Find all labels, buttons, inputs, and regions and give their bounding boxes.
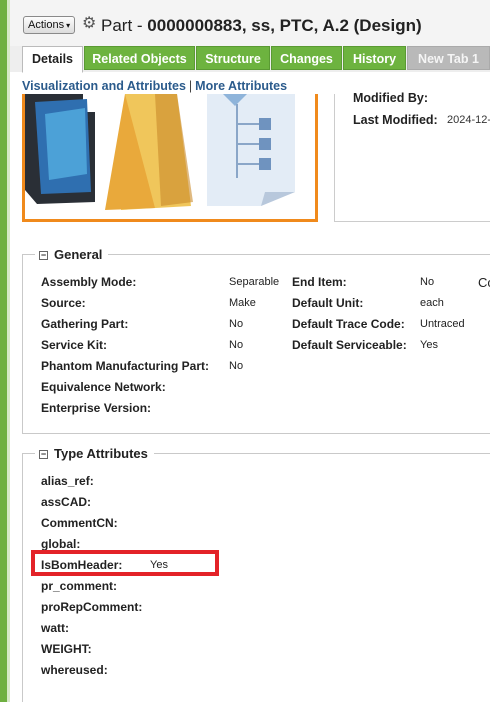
source-value: Make	[229, 297, 256, 309]
isbomheader-highlight-box	[31, 550, 219, 576]
default-trace-code-label: Default Trace Code:	[292, 317, 405, 331]
tab-structure[interactable]: Structure	[196, 46, 270, 70]
prorepcomment-label: proRepComment:	[41, 600, 143, 614]
assembly-mode-value: Separable	[229, 276, 280, 288]
collapse-icon[interactable]: −	[39, 251, 48, 260]
pr-comment-label: pr_comment:	[41, 579, 118, 593]
link-visualization-attributes[interactable]: Visualization and Attributes	[22, 79, 186, 93]
phantom-manufacturing-part-value: No	[229, 360, 244, 372]
general-panel-header[interactable]: − General	[35, 246, 109, 264]
overflow-column-label: Co	[478, 275, 490, 290]
whereused-label: whereused:	[41, 663, 108, 677]
gathering-part-label: Gathering Part:	[41, 317, 129, 331]
tab-label: History	[352, 52, 397, 66]
tab-label: New Tab 1	[418, 52, 479, 66]
actions-menu-button[interactable]: Actions ▾	[23, 16, 76, 34]
left-frame-border	[0, 0, 7, 702]
title-prefix: Part -	[101, 16, 148, 35]
default-unit-label: Default Unit:	[292, 296, 364, 310]
service-kit-label: Service Kit:	[41, 338, 108, 352]
collapse-icon[interactable]: −	[39, 450, 48, 459]
global-label: global:	[41, 537, 81, 551]
assembly-mode-label: Assembly Mode:	[41, 275, 137, 289]
tab-label: Structure	[205, 52, 261, 66]
type-attributes-panel-header[interactable]: − Type Attributes	[35, 445, 154, 463]
commentcn-label: CommentCN:	[41, 516, 118, 530]
part-gear-icon: ⚙	[82, 15, 97, 32]
alias-ref-label: alias_ref:	[41, 474, 94, 488]
enterprise-version-label: Enterprise Version:	[41, 401, 152, 415]
page-title: Part - 0000000883, ss, PTC, A.2 (Design)	[101, 15, 422, 37]
watt-label: watt:	[41, 621, 69, 635]
link-more-attributes[interactable]: More Attributes	[195, 79, 287, 93]
title-main: 0000000883, ss, PTC, A.2 (Design)	[147, 16, 422, 35]
page-header: Actions ▾ ⚙ Part - 0000000883, ss, PTC, A…	[10, 0, 490, 47]
default-trace-code-value: Untraced	[420, 318, 465, 330]
visualization-thumbnail[interactable]	[22, 94, 318, 222]
tab-history[interactable]: History	[343, 46, 406, 70]
tab-related-objects[interactable]: Related Objects	[84, 46, 195, 70]
modified-by-label: Modified By:	[353, 91, 428, 105]
source-label: Source:	[41, 296, 86, 310]
default-serviceable-value: Yes	[420, 339, 438, 351]
sub-navigation: Visualization and Attributes | More Attrib…	[22, 79, 287, 93]
default-unit-value: each	[420, 297, 444, 309]
tab-changes[interactable]: Changes	[271, 46, 342, 70]
weight-label: WEIGHT:	[41, 642, 92, 656]
tab-bar: Details Related Objects Structure Change…	[10, 46, 490, 73]
actions-label: Actions	[28, 19, 65, 31]
tab-new-tab-1[interactable]: New Tab 1	[407, 46, 490, 70]
service-kit-value: No	[229, 339, 244, 351]
last-modified-label: Last Modified:	[353, 113, 438, 127]
tab-label: Details	[32, 52, 73, 66]
tab-details[interactable]: Details	[22, 46, 83, 73]
gathering-part-value: No	[229, 318, 244, 330]
part-thumbnail-image	[25, 94, 315, 219]
general-panel-title: General	[54, 247, 103, 262]
last-modified-value: 2024-12-	[447, 114, 490, 126]
left-frame-inner	[7, 0, 10, 702]
caret-down-icon: ▾	[66, 21, 71, 30]
default-serviceable-label: Default Serviceable:	[292, 338, 407, 352]
phantom-manufacturing-part-label: Phantom Manufacturing Part:	[41, 359, 210, 373]
type-attributes-panel-title: Type Attributes	[54, 446, 148, 461]
tab-label: Related Objects	[92, 52, 187, 66]
equivalence-network-label: Equivalence Network:	[41, 380, 166, 394]
end-item-label: End Item:	[292, 275, 347, 289]
subnav-separator: |	[188, 79, 193, 93]
end-item-value: No	[420, 276, 435, 288]
tab-label: Changes	[280, 52, 333, 66]
asscad-label: assCAD:	[41, 495, 92, 509]
